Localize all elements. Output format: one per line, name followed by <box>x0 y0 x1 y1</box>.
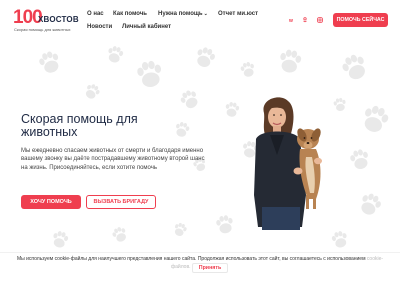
nav-need-help-label: Нужна помощь <box>158 11 203 17</box>
svg-text:w: w <box>288 18 293 23</box>
nav-about[interactable]: О нас <box>87 10 104 18</box>
nav-report[interactable]: Отчет ми.юст <box>218 10 258 18</box>
cookie-policy-link-continued[interactable]: файлов. <box>171 264 191 271</box>
instagram-icon[interactable] <box>317 17 323 23</box>
site-logo[interactable]: 100 ХВОСТОВ Скорая помощь для животных <box>13 8 83 34</box>
chevron-down-icon: ⌄ <box>203 11 208 17</box>
logo-word: ХВОСТОВ <box>38 15 79 24</box>
logo-tagline: Скорая помощь для животных <box>14 27 71 32</box>
hero-description: Мы ежедневно спасаем животных от смерти … <box>21 148 205 171</box>
odnoklassniki-icon[interactable] <box>302 17 308 23</box>
nav-need-help[interactable]: Нужна помощь⌄ <box>158 10 208 18</box>
nav-cabinet[interactable]: Личный кабинет <box>122 23 171 31</box>
nav-how-to-help[interactable]: Как помочь <box>113 10 147 18</box>
accept-cookies-button[interactable]: Принять <box>192 263 228 273</box>
page: 100 ХВОСТОВ Скорая помощь для животных О… <box>0 0 400 281</box>
cookie-message: Мы используем cookie-файлы для наилучшег… <box>16 256 366 262</box>
call-team-button[interactable]: ВЫЗВАТЬ БРИГАДУ <box>86 195 156 209</box>
cookie-policy-link[interactable]: cookie- <box>367 256 383 262</box>
site-header: 100 ХВОСТОВ Скорая помощь для животных О… <box>0 0 400 40</box>
paw-pattern-background <box>37 44 391 250</box>
help-now-button[interactable]: ПОМОЧЬ СЕЙЧАС <box>333 13 388 27</box>
hero-photo-woman-with-dog <box>254 97 322 230</box>
cookie-consent-bar: Мы используем cookie-файлы для наилучшег… <box>0 252 400 281</box>
nav-news[interactable]: Новости <box>87 23 112 31</box>
hero-title: Скорая помощь для животных <box>21 112 138 139</box>
vk-icon[interactable]: w <box>288 17 294 24</box>
cookie-text: Мы используем cookie-файлы для наилучшег… <box>0 256 400 263</box>
want-to-help-button[interactable]: ХОЧУ ПОМОЧЬ <box>21 195 81 209</box>
